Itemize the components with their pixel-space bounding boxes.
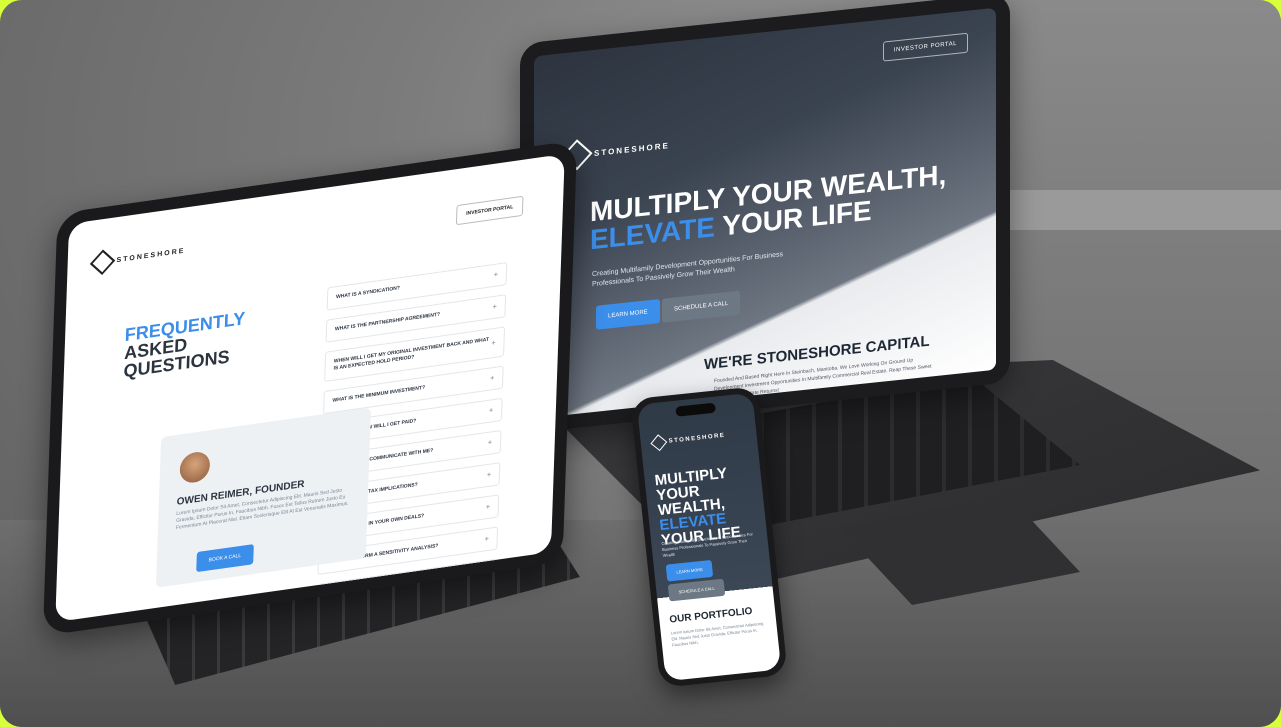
plus-icon: + — [490, 374, 495, 383]
learn-more-button[interactable]: LEARN MORE — [596, 299, 660, 330]
phone-learn-more-button[interactable]: LEARN MORE — [665, 559, 714, 582]
phone-logo[interactable]: STONESHORE — [650, 430, 726, 452]
tablet-screen: STONESHORE INVESTOR PORTAL FREQUENTLY AS… — [55, 153, 565, 623]
tablet-logo[interactable]: STONESHORE — [89, 241, 186, 276]
plus-icon: + — [485, 503, 490, 512]
investor-portal-button[interactable]: INVESTOR PORTAL — [455, 195, 524, 226]
mockup-scene: STONESHORE INVESTOR PORTAL MULTIPLY YOUR… — [0, 0, 1281, 727]
schedule-call-button[interactable]: SCHEDULE A CALL — [662, 290, 741, 323]
laptop-logo[interactable]: STONESHORE — [561, 134, 670, 171]
book-call-button[interactable]: BOOK A CALL — [196, 544, 254, 573]
tablet-brand: STONESHORE — [116, 247, 186, 264]
plus-icon: + — [486, 471, 492, 480]
portfolio-subtitle: Lorem Ipsum Dolor Sit Amet, Consectetur … — [670, 620, 764, 648]
plus-icon: + — [493, 271, 499, 279]
laptop-screen: STONESHORE INVESTOR PORTAL MULTIPLY YOUR… — [534, 7, 996, 419]
plus-icon: + — [487, 439, 493, 447]
faq-heading: FREQUENTLY ASKED QUESTIONS — [123, 308, 245, 381]
founder-card: OWEN REIMER, FOUNDER Lorem Ipsum Dolor S… — [155, 407, 371, 588]
investor-portal-button[interactable]: INVESTOR PORTAL — [882, 32, 968, 62]
plus-icon: + — [492, 303, 497, 312]
phone-schedule-call-button[interactable]: SCHEDULE A CALL — [667, 578, 726, 602]
tablet-frame: STONESHORE INVESTOR PORTAL FREQUENTLY AS… — [42, 140, 578, 636]
faq-question: WHAT IS THE MINIMUM INVESTMENT? — [332, 384, 426, 404]
faq-question: WHEN WILL I GET MY ORIGINAL INVESTMENT B… — [333, 336, 490, 372]
diamond-logo-icon — [650, 434, 668, 452]
phone-brand: STONESHORE — [668, 432, 726, 445]
plus-icon: + — [491, 339, 496, 347]
diamond-logo-icon — [89, 249, 116, 276]
phone-notch — [675, 402, 717, 417]
laptop-brand: STONESHORE — [594, 140, 670, 158]
laptop-hero-subtitle: Creating Multifamily Development Opportu… — [592, 251, 784, 289]
laptop-hero-title: MULTIPLY YOUR WEALTH, ELEVATE YOUR LIFE — [590, 159, 946, 255]
laptop-lid: STONESHORE INVESTOR PORTAL MULTIPLY YOUR… — [520, 0, 1010, 434]
faq-question: WHAT IS THE PARTNERSHIP AGREEMENT? — [334, 311, 441, 333]
plus-icon: + — [488, 407, 494, 415]
phone-screen: STONESHORE MULTIPLY YOUR WEALTH, ELEVATE… — [636, 392, 782, 682]
tablet-device: STONESHORE INVESTOR PORTAL FREQUENTLY AS… — [42, 140, 578, 636]
founder-avatar — [179, 450, 211, 485]
faq-question: WHAT IS A SYNDICATION? — [335, 285, 400, 301]
background-step — [990, 190, 1281, 230]
plus-icon: + — [484, 535, 489, 544]
